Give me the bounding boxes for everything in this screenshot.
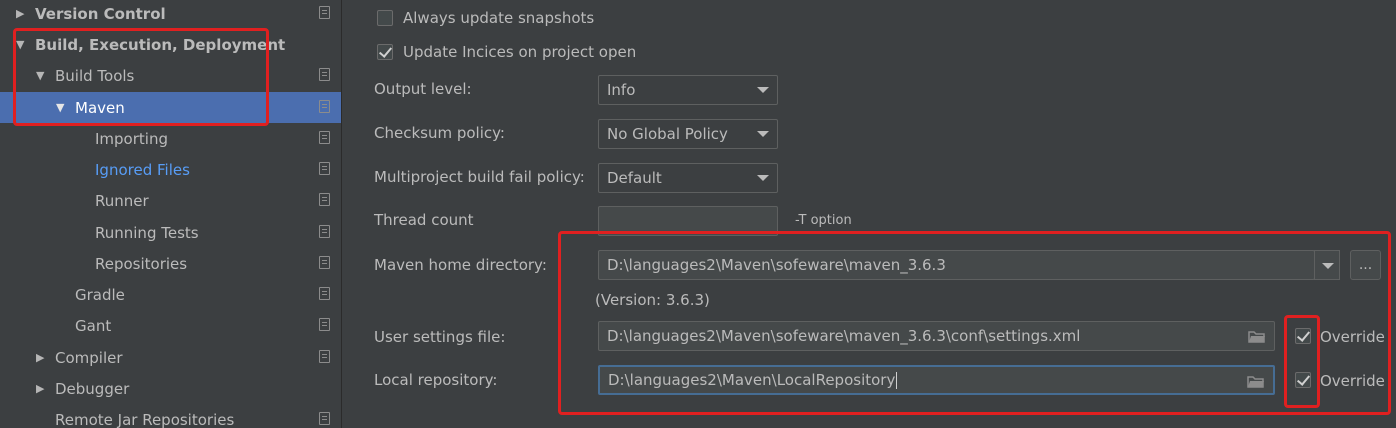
project-settings-icon <box>319 6 330 19</box>
thread-count-input[interactable] <box>598 206 778 236</box>
tree-item-label: Gradle <box>75 285 125 304</box>
chevron-down-icon <box>757 87 769 93</box>
maven-home-value: D:\languages2\Maven\sofeware\maven_3.6.3 <box>607 256 946 274</box>
tree-item-importing[interactable]: Importing <box>0 123 341 154</box>
maven-home-label: Maven home directory: <box>374 256 547 274</box>
tree-item-version-control[interactable]: ▶ Version Control <box>0 0 341 29</box>
tree-item-label: Remote Jar Repositories <box>55 410 235 428</box>
tree-item-runner[interactable]: Runner <box>0 185 341 216</box>
thread-count-label: Thread count <box>374 211 474 229</box>
maven-home-input[interactable]: D:\languages2\Maven\sofeware\maven_3.6.3 <box>598 250 1315 280</box>
project-settings-icon <box>319 350 330 363</box>
tree-item-label: Build, Execution, Deployment <box>35 35 286 54</box>
multiproject-fail-policy-label: Multiproject build fail policy: <box>374 168 585 186</box>
tree-item-build-tools[interactable]: ▼ Build Tools <box>0 60 341 91</box>
chevron-down-icon <box>1322 263 1334 269</box>
project-settings-icon <box>319 100 330 113</box>
tree-item-label: Runner <box>95 191 149 210</box>
tree-item-remote-jar-repositories[interactable]: Remote Jar Repositories <box>0 404 341 428</box>
checksum-policy-select[interactable]: No Global Policy <box>598 119 778 149</box>
expand-arrow-icon[interactable]: ▶ <box>36 382 50 395</box>
multiproject-fail-policy-value: Default <box>607 169 662 187</box>
local-repository-value: D:\languages2\Maven\LocalRepository <box>608 371 896 389</box>
expand-arrow-icon[interactable]: ▶ <box>36 351 50 364</box>
maven-version-text: (Version: 3.6.3) <box>595 291 710 309</box>
folder-open-icon[interactable] <box>1247 375 1265 388</box>
output-level-label: Output level: <box>374 80 472 98</box>
output-level-value: Info <box>607 81 636 99</box>
chevron-down-icon <box>757 175 769 181</box>
tree-item-label: Build Tools <box>55 66 135 85</box>
expand-arrow-icon[interactable]: ▶ <box>16 7 30 20</box>
folder-open-icon[interactable] <box>1248 330 1266 343</box>
project-settings-icon <box>319 193 330 206</box>
project-settings-icon <box>319 318 330 331</box>
project-settings-icon <box>319 225 330 238</box>
tree-item-repositories[interactable]: Repositories <box>0 248 341 279</box>
local-repository-label: Local repository: <box>374 371 498 389</box>
update-indices-checkbox[interactable] <box>377 44 393 60</box>
project-settings-icon <box>319 287 330 300</box>
tree-item-running-tests[interactable]: Running Tests <box>0 217 341 248</box>
tree-item-label: Ignored Files <box>95 160 190 179</box>
chevron-down-icon <box>757 131 769 137</box>
settings-tree-sidebar: ▶ Version Control ▼ Build, Execution, De… <box>0 0 352 428</box>
project-settings-icon <box>319 131 330 144</box>
thread-count-hint: -T option <box>795 213 852 228</box>
tree-item-compiler[interactable]: ▶ Compiler <box>0 342 341 373</box>
collapse-arrow-icon[interactable]: ▼ <box>56 101 70 114</box>
always-update-snapshots-checkbox[interactable] <box>377 10 393 26</box>
tree-item-label: Repositories <box>95 254 188 273</box>
tree-item-label: Running Tests <box>95 223 199 242</box>
user-settings-label: User settings file: <box>374 328 506 346</box>
tree-item-build-execution-deployment[interactable]: ▼ Build, Execution, Deployment <box>0 29 341 60</box>
maven-home-browse-button[interactable]: ... <box>1350 250 1381 280</box>
project-settings-icon <box>319 68 330 81</box>
project-settings-icon <box>319 256 330 269</box>
panel-splitter[interactable] <box>341 0 352 428</box>
local-repository-input[interactable]: D:\languages2\Maven\LocalRepository <box>598 365 1275 395</box>
checksum-policy-value: No Global Policy <box>607 125 728 143</box>
local-repository-override-label: Override <box>1320 372 1385 390</box>
update-indices-label: Update Incices on project open <box>403 43 637 61</box>
tree-item-label: Importing <box>95 129 168 148</box>
collapse-arrow-icon[interactable]: ▼ <box>36 69 50 82</box>
tree-item-gradle[interactable]: Gradle <box>0 279 341 310</box>
tree-item-label: Maven <box>75 98 125 117</box>
tree-item-label: Gant <box>75 316 112 335</box>
multiproject-fail-policy-select[interactable]: Default <box>598 163 778 193</box>
user-settings-override-label: Override <box>1320 328 1385 346</box>
tree-item-label: Compiler <box>55 348 123 367</box>
tree-item-label: Debugger <box>55 379 130 398</box>
project-settings-icon <box>319 412 330 425</box>
browse-button-label: ... <box>1358 257 1373 273</box>
tree-item-maven[interactable]: ▼ Maven <box>0 92 341 123</box>
collapse-arrow-icon[interactable]: ▼ <box>16 38 30 51</box>
tree-item-ignored-files[interactable]: Ignored Files <box>0 154 341 185</box>
maven-home-dropdown-button[interactable] <box>1314 250 1340 280</box>
tree-item-label: Version Control <box>35 4 166 23</box>
output-level-select[interactable]: Info <box>598 75 778 105</box>
checksum-policy-label: Checksum policy: <box>374 124 505 142</box>
user-settings-value: D:\languages2\Maven\sofeware\maven_3.6.3… <box>607 327 1081 345</box>
user-settings-input[interactable]: D:\languages2\Maven\sofeware\maven_3.6.3… <box>598 321 1275 351</box>
tree-item-debugger[interactable]: ▶ Debugger <box>0 373 341 404</box>
maven-settings-panel: Always update snapshots Update Incices o… <box>352 0 1396 428</box>
tree-item-gant[interactable]: Gant <box>0 310 341 341</box>
local-repository-override-checkbox[interactable] <box>1295 372 1311 388</box>
always-update-snapshots-label: Always update snapshots <box>403 9 595 27</box>
text-cursor <box>896 371 898 389</box>
project-settings-icon <box>319 162 330 175</box>
user-settings-override-checkbox[interactable] <box>1295 328 1311 344</box>
